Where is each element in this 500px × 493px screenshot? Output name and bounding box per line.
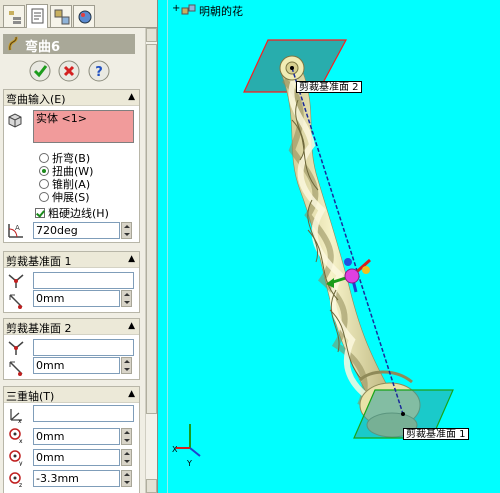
bend-type-stretch-radio[interactable]: 伸展(S) (39, 189, 90, 205)
property-manager: 弯曲6 ? 弯曲输入(E) ▲ 实体 <1> 折弯(B) 扭曲(W) 锥削(A)… (0, 0, 158, 493)
help-button[interactable]: ? (88, 60, 110, 82)
angle-input[interactable]: 720deg (33, 222, 120, 239)
configuration-manager-tab[interactable] (50, 5, 72, 27)
reference-point-icon (8, 341, 24, 355)
part-icon (181, 4, 196, 15)
collapse-arrow-icon[interactable]: ▲ (128, 254, 135, 264)
orientation-triad-icon: X Y (172, 424, 201, 468)
feature-tree-icon (9, 11, 21, 24)
trim-plane-2-distance-input[interactable]: 0mm (33, 357, 120, 374)
bend-type-stretch-label: 伸展(S) (52, 191, 90, 204)
close-icon (58, 60, 80, 82)
scroll-down-button[interactable] (146, 479, 157, 493)
hard-edges-label: 粗硬边线(H) (48, 207, 109, 220)
rotate-z-icon: z (9, 472, 22, 488)
trim-plane-2-distance-value: 0mm (36, 359, 65, 372)
triad-x-spinner[interactable] (121, 428, 132, 445)
hard-edges-checkbox[interactable]: 粗硬边线(H) (35, 205, 109, 221)
configuration-icon (54, 9, 70, 25)
triad-header[interactable]: 三重轴(T) ▲ (4, 387, 139, 403)
solid-body-icon (8, 113, 22, 128)
angle-icon: A (8, 224, 23, 238)
triad-title: 三重轴(T) (6, 390, 55, 403)
bend-input-header[interactable]: 弯曲输入(E) ▲ (4, 90, 139, 106)
trim-plane-1-title: 剪裁基准面 1 (6, 255, 72, 268)
flex-feature-icon (8, 36, 18, 51)
selected-body-text: 实体 <1> (36, 112, 87, 125)
triad-z-input[interactable]: -3.3mm (33, 470, 120, 487)
feature-title-bar: 弯曲6 (3, 34, 135, 55)
triad-x-value: 0mm (36, 430, 65, 443)
triad-reference-box[interactable] (33, 405, 134, 422)
trim-plane-2-title: 剪裁基准面 2 (6, 322, 72, 335)
svg-text:x: x (18, 418, 22, 424)
triad-group: 三重轴(T) ▲ x x 0mm y 0mm z -3.3mm (3, 386, 140, 493)
ok-button[interactable] (29, 60, 51, 82)
triad-y-input[interactable]: 0mm (33, 449, 120, 466)
display-manager-tab[interactable] (73, 5, 95, 27)
trim-plane-1-group: 剪裁基准面 1 ▲ 0mm (3, 251, 140, 313)
axis-x-label: X (172, 445, 178, 454)
trim-plane-1-header[interactable]: 剪裁基准面 1 ▲ (4, 252, 139, 268)
reference-point-icon (8, 274, 24, 288)
svg-text:x: x (19, 438, 23, 444)
axis-y-label: Y (186, 459, 192, 468)
graphics-viewport[interactable]: 剪裁基准面 2 剪裁基准面 1 (168, 0, 500, 493)
svg-text:z: z (19, 482, 22, 488)
bend-input-group: 弯曲输入(E) ▲ 实体 <1> 折弯(B) 扭曲(W) 锥削(A) 伸展(S)… (3, 89, 140, 243)
trim-plane-1-distance-input[interactable]: 0mm (33, 290, 120, 307)
model-name: 明朝的花 (199, 5, 243, 18)
panel-splitter[interactable] (158, 0, 168, 493)
display-manager-icon (78, 10, 92, 24)
bodies-selection-box[interactable]: 实体 <1> (33, 110, 134, 143)
collapse-arrow-icon[interactable]: ▲ (128, 389, 135, 399)
distance-icon (9, 361, 23, 376)
triad-y-spinner[interactable] (121, 449, 132, 466)
feature-title: 弯曲6 (25, 40, 61, 55)
triad-x-input[interactable]: 0mm (33, 428, 120, 445)
property-manager-tab[interactable] (26, 4, 48, 28)
property-sheet-icon (31, 8, 44, 24)
trim-plane-2-distance-spinner[interactable] (121, 357, 132, 374)
trim-plane-2-label-text: 剪裁基准面 2 (299, 82, 359, 93)
cancel-button[interactable] (58, 60, 80, 82)
triad-z-spinner[interactable] (121, 470, 132, 487)
scroll-thumb[interactable] (146, 44, 157, 414)
triad-z-value: -3.3mm (36, 472, 79, 485)
bend-input-title: 弯曲输入(E) (6, 93, 66, 106)
help-icon: ? (88, 60, 110, 82)
trim-plane-1-reference-box[interactable] (33, 272, 134, 289)
trim-plane-1-label-text: 剪裁基准面 1 (406, 429, 466, 440)
rotate-y-icon: y (9, 450, 23, 466)
manager-tab-strip (0, 0, 157, 28)
distance-icon (9, 294, 23, 309)
trim-plane-1-distance-spinner[interactable] (121, 290, 132, 307)
svg-text:y: y (19, 460, 23, 466)
trim-plane-2-reference-box[interactable] (33, 339, 134, 356)
scroll-up-button[interactable] (146, 28, 157, 42)
trim-plane-2-label[interactable]: 剪裁基准面 2 (296, 81, 362, 93)
checkmark-icon (29, 60, 51, 82)
panel-scrollbar[interactable] (145, 28, 157, 493)
coordinate-system-icon: x (10, 409, 22, 424)
triad-y-value: 0mm (36, 451, 65, 464)
collapse-arrow-icon[interactable]: ▲ (128, 321, 135, 331)
trim-plane-2-group: 剪裁基准面 2 ▲ 0mm (3, 318, 140, 380)
trim-plane-1-label[interactable]: 剪裁基准面 1 (403, 428, 469, 440)
model-view[interactable] (168, 0, 500, 493)
svg-text:A: A (15, 224, 20, 232)
angle-value: 720deg (36, 224, 78, 237)
angle-spinner[interactable] (121, 222, 132, 239)
trim-plane-2-header[interactable]: 剪裁基准面 2 ▲ (4, 319, 139, 335)
rotate-x-icon: x (9, 428, 23, 444)
collapse-arrow-icon[interactable]: ▲ (128, 92, 135, 102)
trim-plane-1-distance-value: 0mm (36, 292, 65, 305)
feature-manager-tab[interactable] (3, 5, 25, 27)
expand-icon[interactable]: + (172, 3, 180, 14)
svg-text:?: ? (95, 65, 103, 80)
